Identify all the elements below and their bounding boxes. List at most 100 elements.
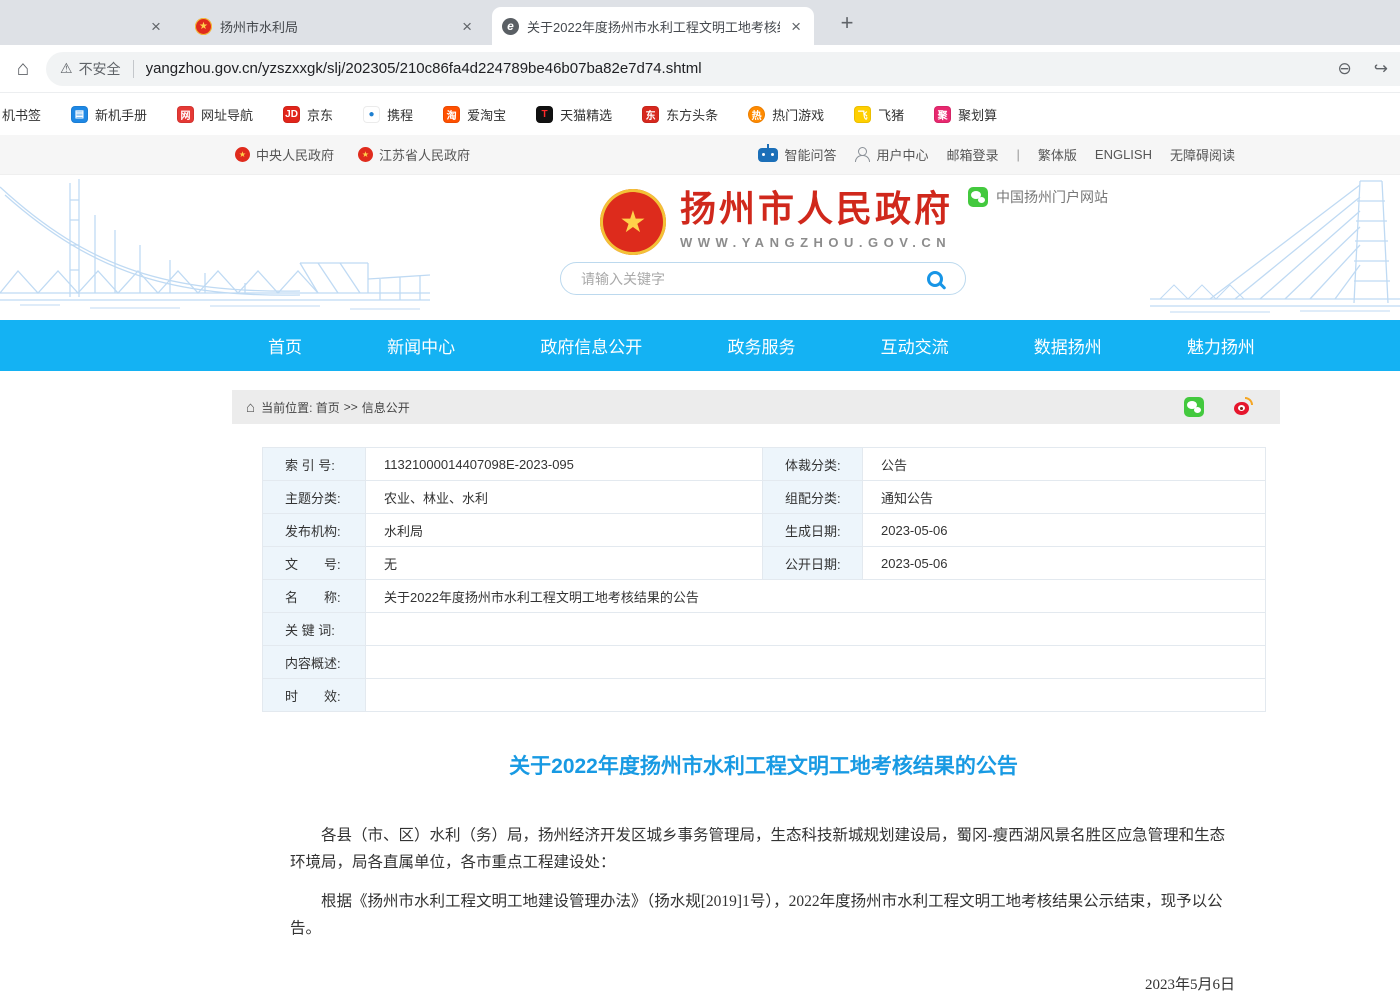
breadcrumb-section-link[interactable]: 信息公开 <box>362 399 410 416</box>
user-icon <box>854 147 870 162</box>
toutiao-icon: 东 <box>642 106 659 123</box>
link-traditional-chinese[interactable]: 繁体版 <box>1038 145 1077 164</box>
meta-value: 通知公告 <box>863 481 1266 514</box>
bookmark-item[interactable]: 热 热门游戏 <box>748 105 824 124</box>
meta-label: 索 引 号: <box>263 448 366 481</box>
table-row: 内容概述: <box>263 646 1266 679</box>
site-logo[interactable]: ★ 扬州市人民政府 WWW.YANGZHOU.GOV.CN <box>600 189 953 255</box>
bookmark-item[interactable]: 聚 聚划算 <box>934 105 997 124</box>
fliggy-pig-icon: 飞 <box>854 106 871 123</box>
close-icon[interactable]: × <box>148 18 164 35</box>
bookmark-item[interactable]: 东 东方头条 <box>642 105 718 124</box>
meta-value <box>366 646 1266 679</box>
link-jiangsu-gov[interactable]: ★ 江苏省人民政府 <box>358 145 470 164</box>
link-mail-login[interactable]: 邮箱登录 <box>946 145 998 164</box>
tab-active-announcement[interactable]: e 关于2022年度扬州市水利工程文明工地考核结果的公告 × <box>492 7 814 45</box>
nav-item-info-disclosure[interactable]: 政府信息公开 <box>540 333 642 358</box>
link-user-center[interactable]: 用户中心 <box>854 145 928 164</box>
gov-link-label: 用户中心 <box>876 145 928 164</box>
breadcrumb: ⌂ 当前位置: 首页 >> 信息公开 <box>232 390 1280 424</box>
link-smart-qa[interactable]: 智能问答 <box>758 145 836 164</box>
url-text[interactable]: yangzhou.gov.cn/yzszxxgk/slj/202305/210c… <box>146 60 702 77</box>
meta-value <box>366 613 1266 646</box>
meta-value: 无 <box>366 547 763 580</box>
meta-label: 生成日期: <box>763 514 863 547</box>
bookmark-item[interactable]: 飞 飞猪 <box>854 105 904 124</box>
gov-link-label: 智能问答 <box>784 145 836 164</box>
taobao-icon: 淘 <box>443 106 460 123</box>
link-central-gov[interactable]: ★ 中央人民政府 <box>235 145 334 164</box>
bookmark-item[interactable]: T 天猫精选 <box>536 105 612 124</box>
nav-item-home[interactable]: 首页 <box>268 333 302 358</box>
url-field[interactable]: ⚠ 不安全 yangzhou.gov.cn/yzszxxgk/slj/20230… <box>46 52 1400 86</box>
meta-label: 文 号: <box>263 547 366 580</box>
meta-label: 主题分类: <box>263 481 366 514</box>
book-icon: ▤ <box>71 106 88 123</box>
article-title: 关于2022年度扬州市水利工程文明工地考核结果的公告 <box>262 750 1265 780</box>
meta-value: 水利局 <box>366 514 763 547</box>
juhuasuan-icon: 聚 <box>934 106 951 123</box>
gov-emblem-favicon: ★ <box>195 18 212 35</box>
meta-value: 关于2022年度扬州市水利工程文明工地考核结果的公告 <box>366 580 1266 613</box>
article-paragraph: 各县（市、区）水利（务）局，扬州经济开发区城乡事务管理局，生态科技新城规划建设局… <box>262 822 1265 876</box>
gov-link-label: ENGLISH <box>1095 147 1152 162</box>
bookmark-label: 机书签 <box>2 105 41 124</box>
nav-item-data[interactable]: 数据扬州 <box>1034 333 1102 358</box>
bookmark-item[interactable]: 网 网址导航 <box>177 105 253 124</box>
close-icon[interactable]: × <box>788 18 804 35</box>
tab-title: 扬州市水利局 <box>220 17 451 36</box>
meta-value: 11321000014407098E-2023-095 <box>366 448 763 481</box>
nav-item-news[interactable]: 新闻中心 <box>387 333 455 358</box>
bookmark-item[interactable]: ▤ 新机手册 <box>71 105 147 124</box>
portal-label: 中国扬州门户网站 <box>968 187 1108 207</box>
tab-partial[interactable]: × <box>138 7 178 45</box>
search-icon[interactable] <box>927 271 943 287</box>
table-row: 名 称: 关于2022年度扬州市水利工程文明工地考核结果的公告 <box>263 580 1266 613</box>
portal-text: 中国扬州门户网站 <box>996 187 1108 207</box>
nav-item-services[interactable]: 政务服务 <box>727 333 795 358</box>
main-nav: 首页 新闻中心 政府信息公开 政务服务 互动交流 数据扬州 魅力扬州 <box>0 320 1400 371</box>
bookmark-item[interactable]: JD 京东 <box>283 105 333 124</box>
link-accessibility[interactable]: 无障碍阅读 <box>1170 145 1235 164</box>
table-row: 时 效: <box>263 679 1266 712</box>
home-icon[interactable]: ⌂ <box>0 57 46 81</box>
bridge-artwork-left <box>0 175 430 320</box>
nav-item-charm[interactable]: 魅力扬州 <box>1187 333 1255 358</box>
bookmark-label: 新机手册 <box>95 105 147 124</box>
meta-value: 农业、林业、水利 <box>366 481 763 514</box>
meta-label: 名 称: <box>263 580 366 613</box>
article-date: 2023年5月6日 <box>262 973 1265 994</box>
breadcrumb-prefix: 当前位置: <box>261 399 312 416</box>
bookmark-label: 携程 <box>387 105 413 124</box>
weibo-share-icon[interactable] <box>1234 397 1254 417</box>
bookmark-label: 聚划算 <box>958 105 997 124</box>
new-tab-button[interactable]: + <box>832 10 862 36</box>
site-header: ★ 扬州市人民政府 WWW.YANGZHOU.GOV.CN 中国扬州门户网站 <box>0 175 1400 320</box>
zoom-out-icon[interactable]: ⊖ <box>1338 59 1352 79</box>
table-row: 主题分类: 农业、林业、水利 组配分类: 通知公告 <box>263 481 1266 514</box>
meta-label: 内容概述: <box>263 646 366 679</box>
home-icon[interactable]: ⌂ <box>246 399 255 416</box>
meta-label: 体裁分类: <box>763 448 863 481</box>
meta-label: 时 效: <box>263 679 366 712</box>
share-icon[interactable]: ↪ <box>1374 59 1388 79</box>
nav-item-interaction[interactable]: 互动交流 <box>881 333 949 358</box>
close-icon[interactable]: × <box>459 18 475 35</box>
bookmark-label: 京东 <box>307 105 333 124</box>
gov-links-bar: ★ 中央人民政府 ★ 江苏省人民政府 智能问答 用户中心 邮箱登录 | 繁体版 … <box>0 135 1400 175</box>
warning-icon[interactable]: ⚠ <box>60 60 73 77</box>
divider: | <box>1017 147 1020 162</box>
document-meta-table: 索 引 号: 11321000014407098E-2023-095 体裁分类:… <box>262 447 1266 712</box>
security-label: 不安全 <box>79 59 133 79</box>
gov-emblem-icon: ★ <box>235 147 250 162</box>
link-english[interactable]: ENGLISH <box>1095 147 1152 162</box>
search-input[interactable] <box>581 271 927 287</box>
site-url-caption: WWW.YANGZHOU.GOV.CN <box>680 235 953 250</box>
bookmark-item[interactable]: 淘 爱淘宝 <box>443 105 506 124</box>
wechat-share-icon[interactable] <box>1184 397 1204 417</box>
tab-shuiliju[interactable]: ★ 扬州市水利局 × <box>185 7 485 45</box>
bookmark-item[interactable]: ● 携程 <box>363 105 413 124</box>
bookmark-item[interactable]: 机书签 <box>2 105 41 124</box>
jd-icon: JD <box>283 106 300 123</box>
breadcrumb-home-link[interactable]: 首页 <box>316 399 340 416</box>
